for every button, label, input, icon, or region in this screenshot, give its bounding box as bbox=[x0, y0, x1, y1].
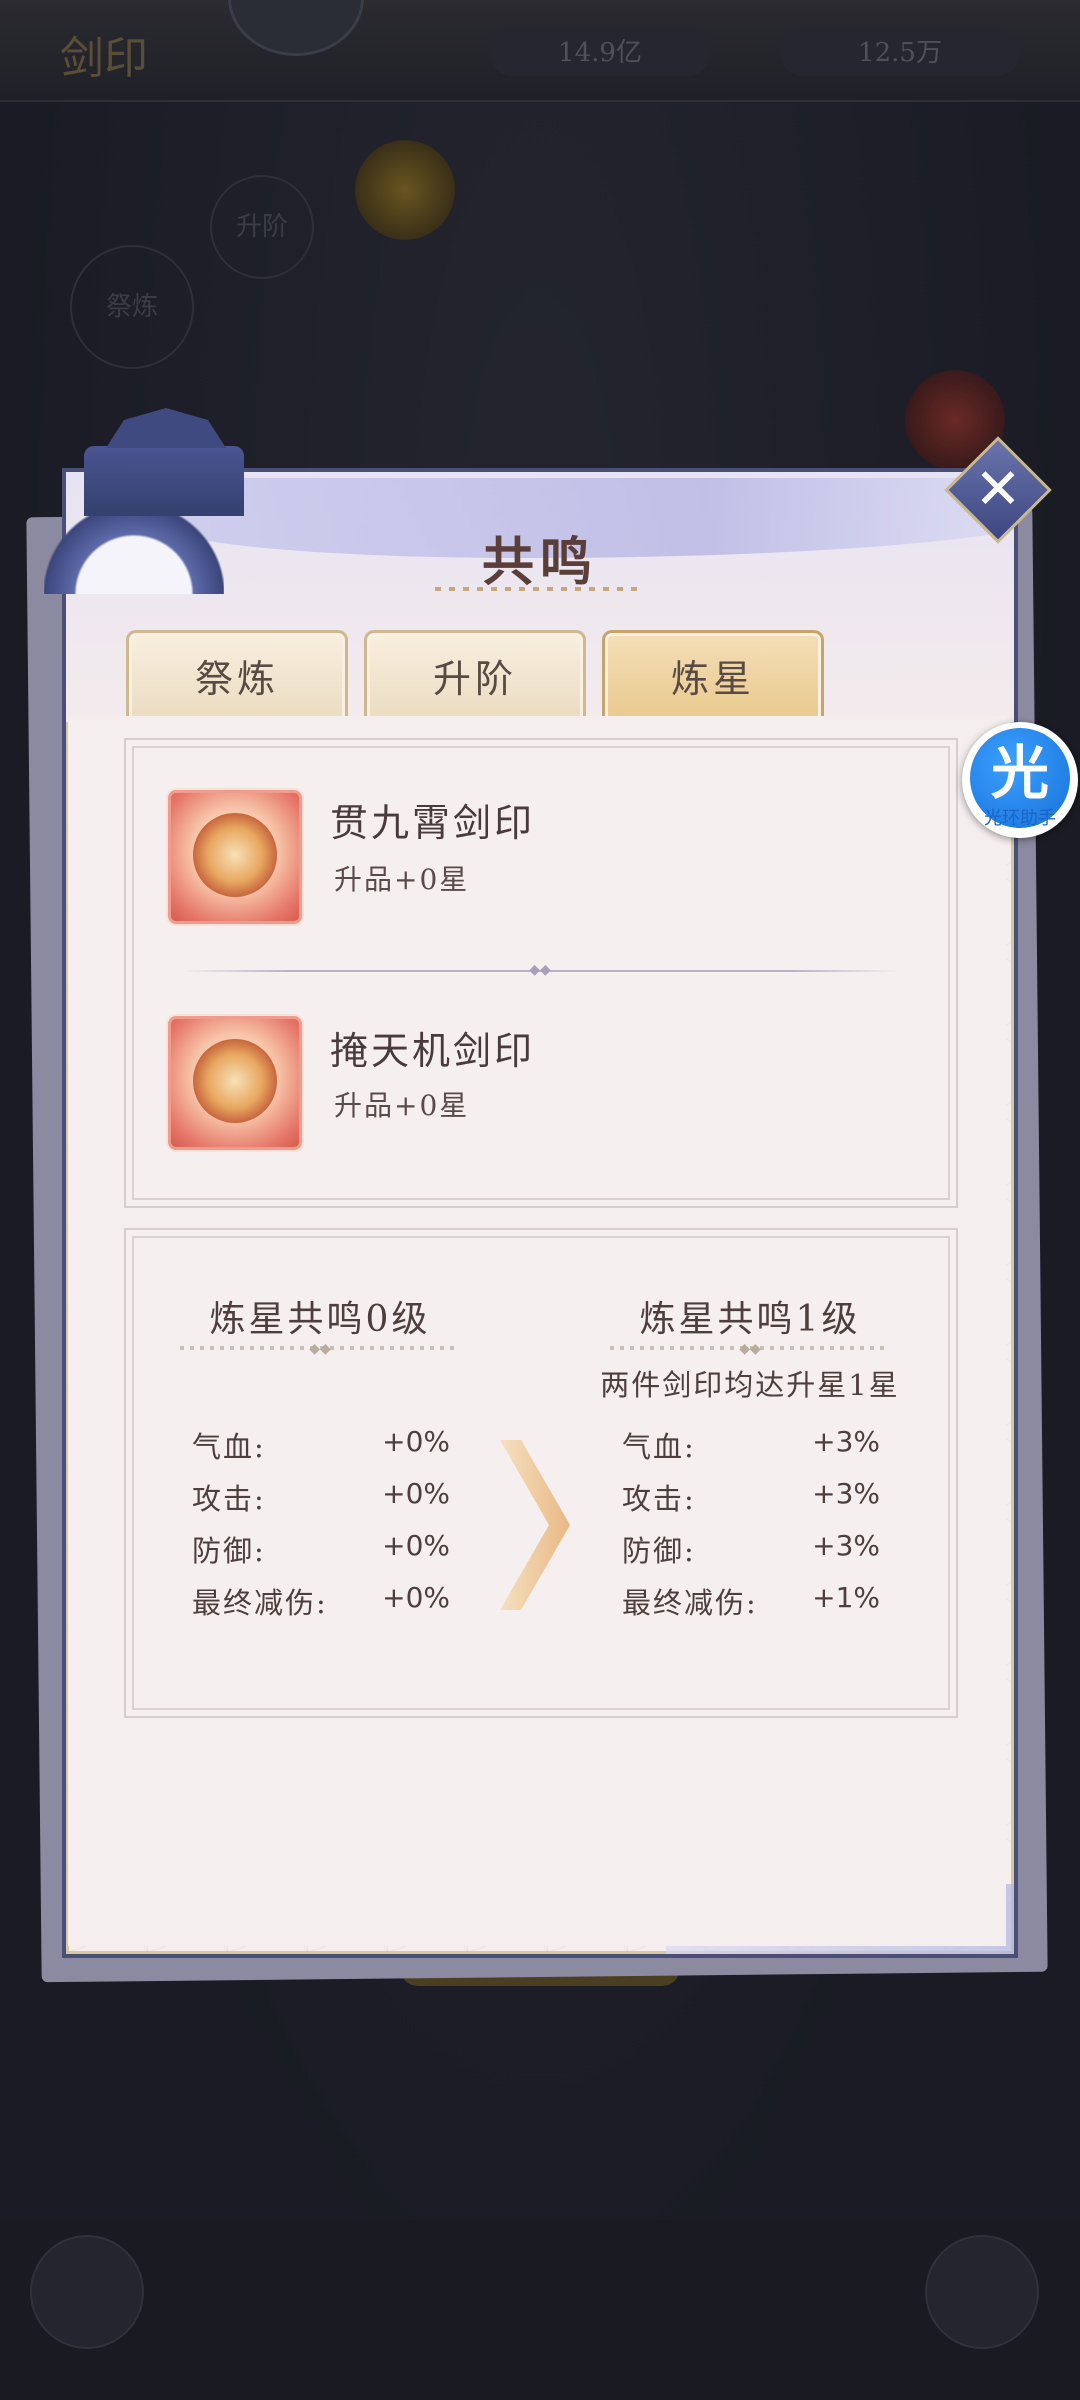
stat-label-damage-reduction: 最终减伤: bbox=[192, 1586, 328, 1620]
divider-diamond-icon: ◆◆ bbox=[529, 962, 551, 978]
item-star-1: 升品+0星 bbox=[334, 863, 470, 896]
next-level-title: 炼星共鸣1级 bbox=[639, 1299, 861, 1340]
sun-orb-icon bbox=[355, 140, 455, 240]
next-stat-value-attack: +3% bbox=[812, 1477, 880, 1510]
stat-label-hp: 气血: bbox=[192, 1430, 266, 1464]
stat-value-defense: +0% bbox=[382, 1529, 450, 1562]
stat-label-attack: 攻击: bbox=[192, 1482, 266, 1516]
next-stat-label-damage-reduction: 最终减伤: bbox=[622, 1586, 758, 1620]
tab-star-refine[interactable]: 炼星 bbox=[602, 630, 824, 721]
close-icon[interactable]: ✕ bbox=[960, 452, 1036, 528]
tab-upgrade[interactable]: 升阶 bbox=[364, 630, 586, 721]
stat-label-defense: 防御: bbox=[192, 1534, 266, 1568]
dialog-title: 共鸣 bbox=[481, 532, 598, 593]
next-stat-label-defense: 防御: bbox=[622, 1534, 696, 1568]
back-arrow-icon bbox=[30, 2235, 144, 2349]
sword-seal-icon-2[interactable] bbox=[168, 1016, 302, 1150]
next-level-condition: 两件剑印均达升星1星 bbox=[600, 1368, 900, 1402]
ornament-diamond-icon: ◆◆ bbox=[309, 1341, 331, 1357]
bottom-bar bbox=[0, 2220, 1080, 2400]
ornament-diamond-icon: ◆◆ bbox=[739, 1341, 761, 1357]
background-title: 剑印 bbox=[60, 33, 148, 84]
stat-value-damage-reduction: +0% bbox=[382, 1581, 450, 1614]
bottom-right-icon bbox=[925, 2235, 1039, 2349]
currency-energy: 12.5万 bbox=[780, 30, 1020, 76]
stat-value-hp: +0% bbox=[382, 1425, 450, 1458]
sword-seal-icon-1[interactable] bbox=[168, 790, 302, 924]
bg-circle-upgrade: 升阶 bbox=[210, 175, 314, 279]
bg-circle-refine: 祭炼 bbox=[70, 245, 194, 369]
pagoda-body-icon bbox=[84, 446, 244, 516]
next-stat-label-hp: 气血: bbox=[622, 1430, 696, 1464]
currency-spirit-stone: 14.9亿 bbox=[490, 30, 710, 76]
stat-value-attack: +0% bbox=[382, 1477, 450, 1510]
item-star-2: 升品+0星 bbox=[334, 1089, 470, 1122]
title-ornament bbox=[435, 587, 645, 591]
item-name-2: 掩天机剑印 bbox=[330, 1029, 536, 1073]
helper-label: 光环助手 bbox=[984, 808, 1056, 829]
tab-refine[interactable]: 祭炼 bbox=[126, 630, 348, 721]
item-name-1: 贯九霄剑印 bbox=[330, 801, 536, 845]
next-stat-label-attack: 攻击: bbox=[622, 1482, 696, 1516]
current-level-title: 炼星共鸣0级 bbox=[209, 1299, 431, 1340]
helper-glyph: 光 bbox=[990, 739, 1049, 807]
next-stat-value-damage-reduction: +1% bbox=[812, 1581, 880, 1614]
next-stat-value-defense: +3% bbox=[812, 1529, 880, 1562]
top-bar: 剑印 14.9亿 12.5万 bbox=[0, 0, 1080, 102]
helper-assistant-button[interactable]: 光 光环助手 bbox=[962, 722, 1078, 838]
next-stat-value-hp: +3% bbox=[812, 1425, 880, 1458]
